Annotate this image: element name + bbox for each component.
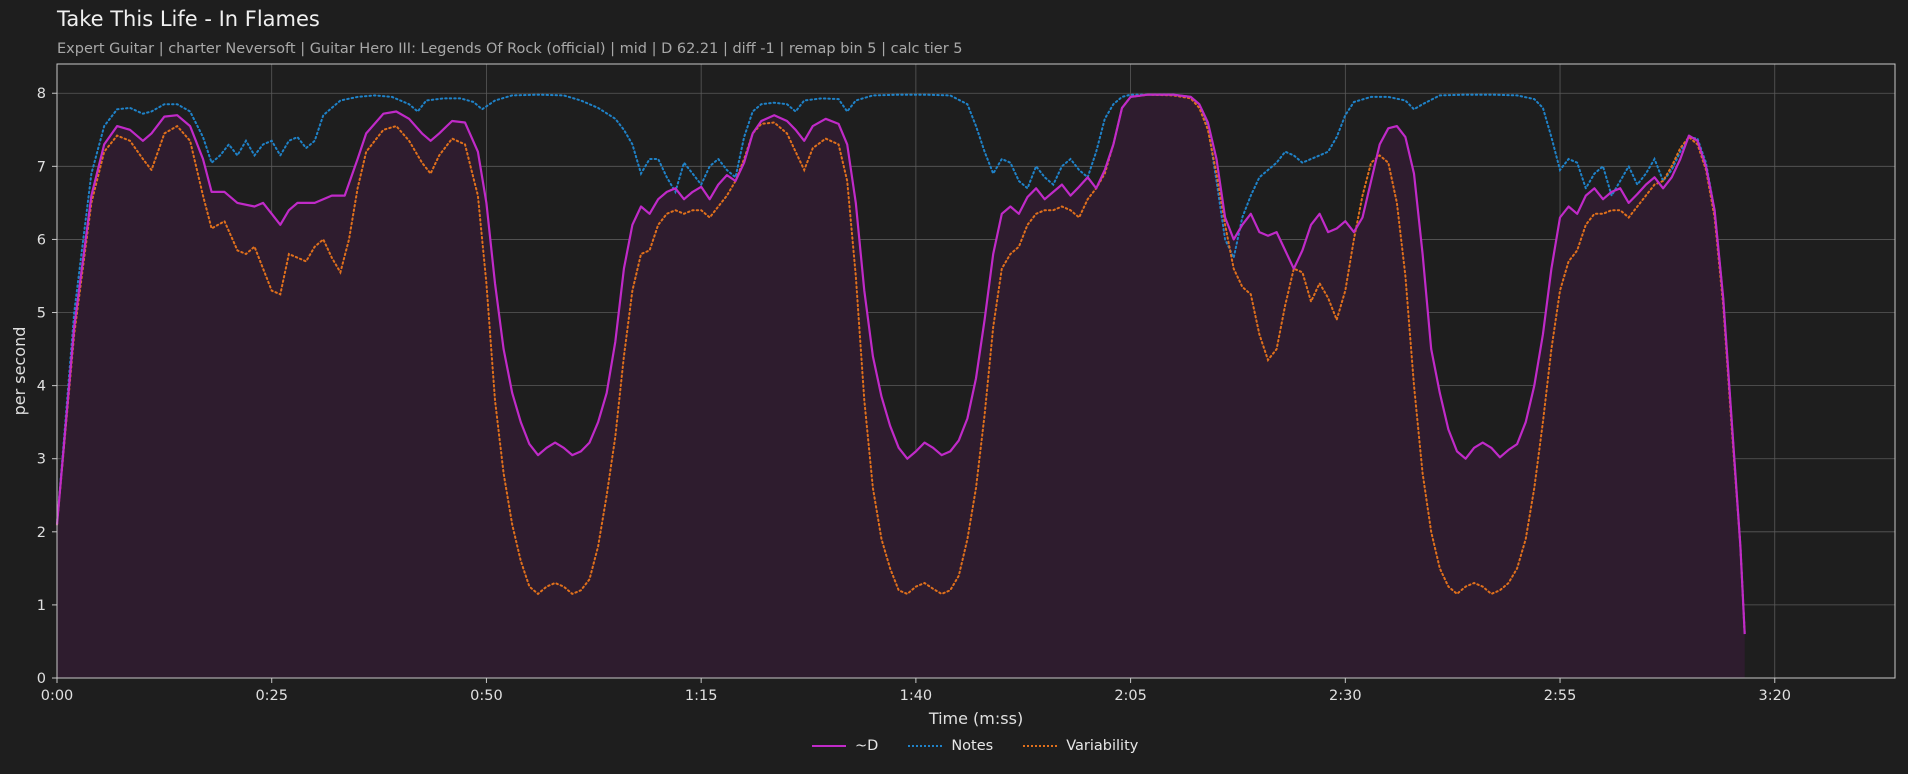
x-axis-label: Time (m:ss) (928, 709, 1023, 728)
x-tick-label: 0:50 (470, 688, 503, 704)
legend-swatch-d (812, 745, 846, 747)
x-tick-label: 3:20 (1758, 688, 1791, 704)
legend-item-variability[interactable]: Variability (1023, 738, 1138, 754)
y-tick-label: 5 (37, 306, 46, 322)
legend-item-d[interactable]: ~D (812, 738, 878, 754)
legend-label-variability: Variability (1066, 738, 1139, 754)
legend-label-notes: Notes (951, 738, 994, 754)
y-tick-label: 3 (37, 452, 46, 468)
legend-label-d: ~D (855, 738, 879, 754)
y-tick-label: 7 (37, 159, 46, 175)
y-axis-label: per second (10, 327, 29, 416)
y-tick-label: 0 (37, 671, 46, 687)
chart-canvas: 0:00 0:25 0:50 1:15 1:40 2:05 2:30 2:55 3:20 0 1 2 3… (10, 63, 1896, 728)
x-tick-label: 0:25 (255, 688, 288, 704)
legend: ~D Notes Variability (812, 738, 1168, 754)
x-tick-label: 2:55 (1544, 688, 1577, 704)
x-tick-label: 2:05 (1114, 688, 1147, 704)
y-tick-label: 1 (37, 598, 46, 614)
x-tick-label: 1:15 (685, 688, 718, 704)
legend-swatch-notes (908, 745, 943, 747)
x-tick-label: 2:30 (1329, 688, 1362, 704)
y-tick-label: 8 (37, 86, 46, 102)
x-tick-label: 1:40 (900, 688, 933, 704)
y-tick-label: 2 (37, 525, 46, 541)
x-tick-label: 0:00 (41, 688, 74, 704)
y-tick-label: 6 (37, 232, 46, 248)
legend-swatch-variability (1023, 745, 1058, 747)
series-layer (55, 93, 1746, 678)
legend-item-notes[interactable]: Notes (908, 738, 993, 754)
y-tick-label: 4 (37, 379, 46, 395)
